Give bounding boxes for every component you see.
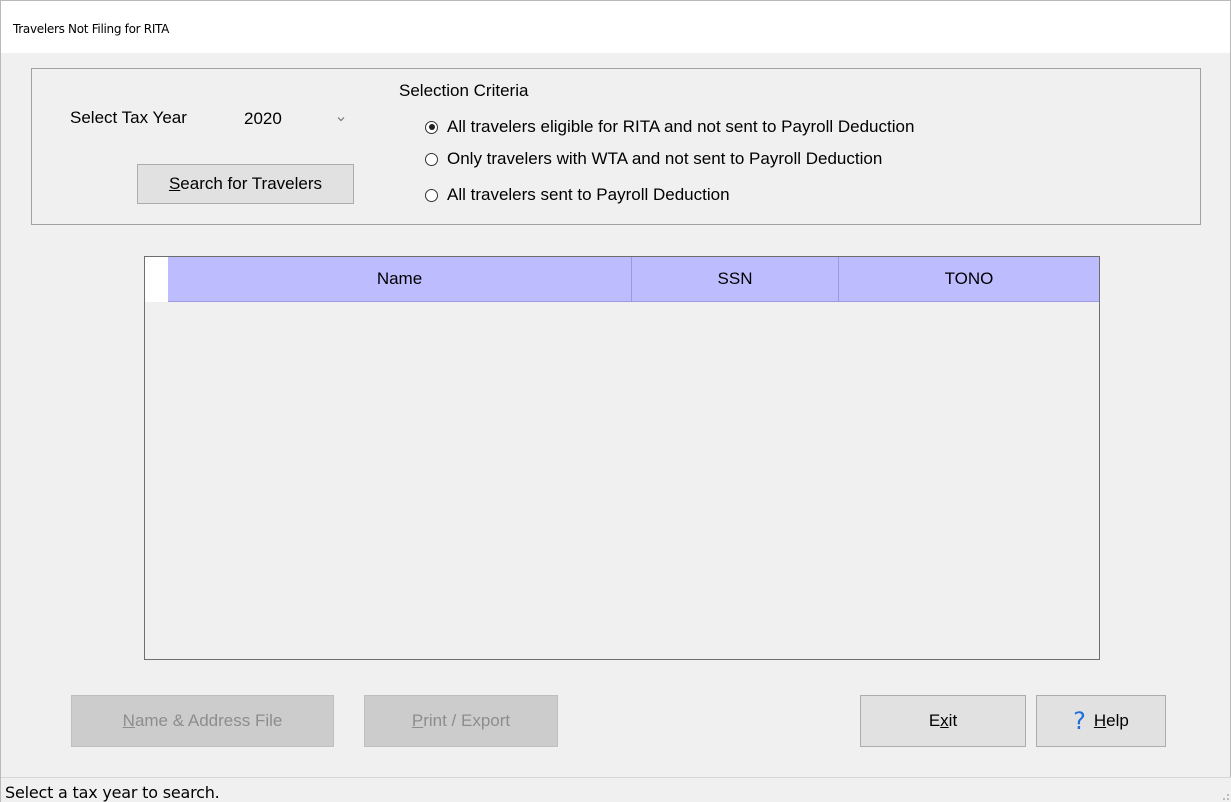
print-export-button-label: Print / Export	[411, 711, 511, 730]
window-title: Travelers Not Filing for RITA	[13, 22, 170, 36]
search-for-travelers-button[interactable]: Search for Travelers	[137, 164, 354, 204]
status-text: Select a tax year to search.	[5, 783, 220, 802]
radio-option-payroll-deduction[interactable]: All travelers sent to Payroll Deduction	[425, 183, 730, 207]
column-header-name[interactable]: Name	[168, 257, 632, 302]
column-header-ssn[interactable]: SSN	[632, 257, 839, 302]
radio-option-eligible-rita[interactable]: All travelers eligible for RITA and not …	[425, 115, 914, 139]
exit-button[interactable]: Exit	[860, 695, 1026, 747]
grid-row-header-corner	[145, 257, 168, 302]
chevron-down-icon	[337, 117, 345, 122]
radio-button[interactable]	[425, 152, 438, 166]
print-export-button[interactable]: Print / Export	[364, 695, 558, 747]
help-button-label: Help	[1093, 711, 1129, 730]
help-icon: ?	[1073, 707, 1086, 735]
radio-button[interactable]	[425, 188, 438, 202]
column-header-tono[interactable]: TONO	[839, 257, 1099, 302]
radio-label: All travelers sent to Payroll Deduction	[447, 185, 730, 204]
app-window: Travelers Not Filing for RITA Select Tax…	[0, 0, 1231, 802]
radio-button-checked[interactable]	[425, 120, 438, 134]
search-button-label: Search for Travelers	[168, 174, 323, 193]
title-bar: Travelers Not Filing for RITA	[1, 1, 1230, 53]
name-address-file-button[interactable]: Name & Address File	[71, 695, 334, 747]
radio-option-wta-only[interactable]: Only travelers with WTA and not sent to …	[425, 147, 882, 171]
radio-label: Only travelers with WTA and not sent to …	[447, 149, 883, 168]
resize-grip-icon[interactable]	[1218, 789, 1230, 801]
tax-year-value: 2020	[244, 109, 282, 128]
selection-criteria-heading: Selection Criteria	[399, 81, 529, 100]
travelers-grid[interactable]: Name SSN TONO	[144, 256, 1100, 660]
tax-year-label: Select Tax Year	[70, 108, 187, 127]
radio-label: All travelers eligible for RITA and not …	[447, 117, 915, 136]
exit-button-label: Exit	[928, 711, 958, 730]
name-address-button-label: Name & Address File	[122, 711, 283, 730]
tax-year-select[interactable]: 2020	[234, 104, 354, 136]
help-button[interactable]: ? Help	[1036, 695, 1166, 747]
status-bar: Select a tax year to search.	[1, 777, 1231, 802]
